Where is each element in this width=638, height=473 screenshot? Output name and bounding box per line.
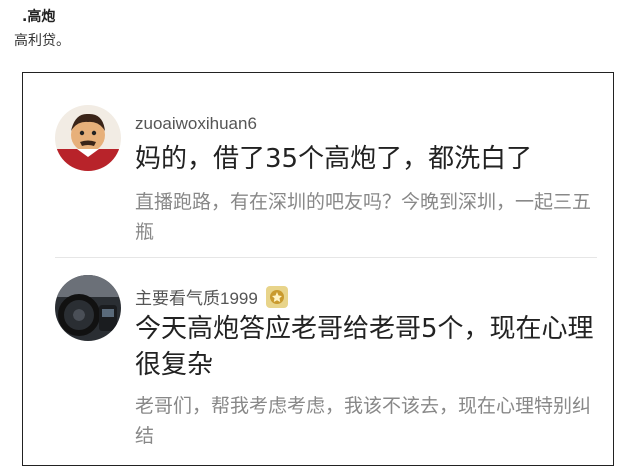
username-text: 主要看气质1999 bbox=[135, 289, 258, 308]
cartoon-character-avatar-icon bbox=[55, 105, 121, 171]
post-sub-text: 老哥们，帮我考虑考虑，我该不该去，现在心理特别纠结 bbox=[135, 395, 592, 447]
car-interior-avatar-icon bbox=[55, 275, 121, 341]
entry-definition: 高利贷。 bbox=[14, 33, 70, 49]
avatar[interactable] bbox=[55, 105, 121, 171]
medal-badge-icon bbox=[265, 285, 288, 308]
post-sub-text: 直播跑路，有在深圳的吧友吗？今晚到深圳，一起三五瓶 bbox=[135, 191, 592, 243]
entry-title: .高炮 bbox=[22, 9, 56, 25]
username-text: zuoaiwoxihuan6 bbox=[135, 114, 257, 133]
screenshot-panel: zuoaiwoxihuan6 妈的，借了35个高炮了，都洗白了 直播跑路，有在深… bbox=[22, 72, 614, 466]
divider bbox=[55, 257, 597, 258]
avatar[interactable] bbox=[55, 275, 121, 341]
post-main-text: 妈的，借了35个高炮了，都洗白了 bbox=[135, 144, 533, 174]
username[interactable]: 主要看气质1999 bbox=[135, 284, 288, 309]
username[interactable]: zuoaiwoxihuan6 bbox=[135, 114, 257, 134]
post-main-text: 今天高炮答应老哥给老哥5个，现在心理很复杂 bbox=[135, 314, 594, 380]
